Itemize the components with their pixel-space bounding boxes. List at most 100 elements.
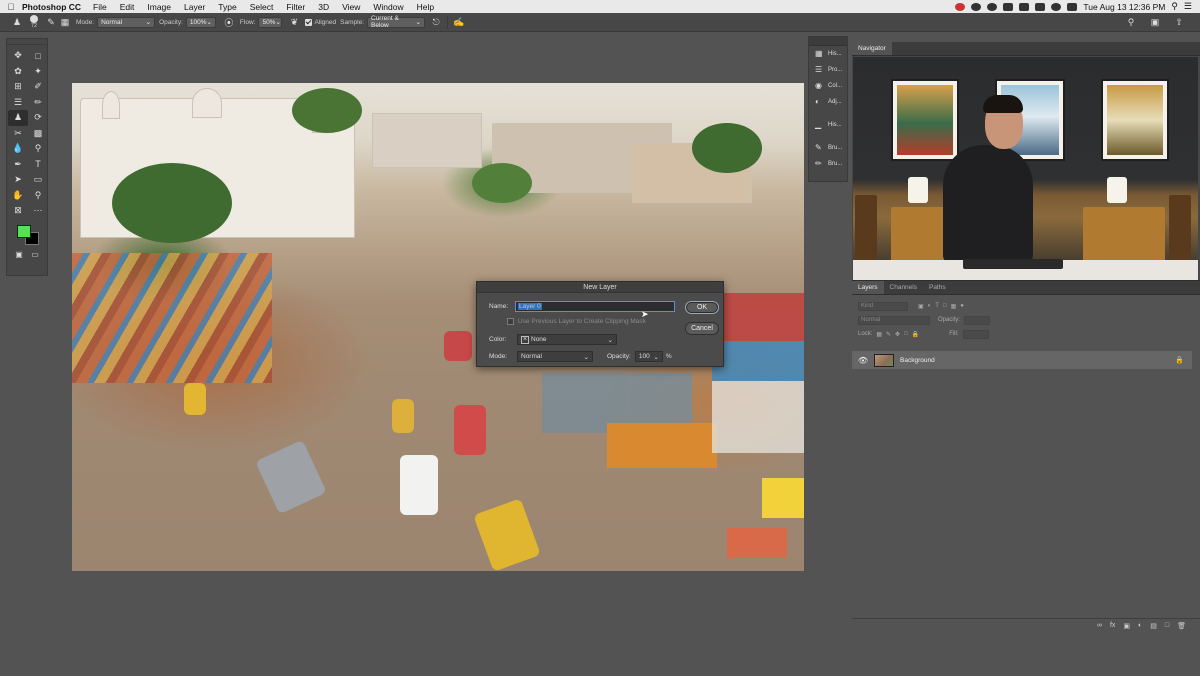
clipping-mask-checkbox[interactable] [507, 318, 514, 325]
search-icon[interactable]: ⚲ [1124, 15, 1138, 29]
opacity-field[interactable]: 100% ⌄ [185, 16, 216, 28]
pressure-size-icon[interactable]: ✍ [452, 15, 466, 29]
aligned-checkbox[interactable] [305, 18, 313, 26]
menu-filter[interactable]: Filter [286, 2, 305, 12]
menu-type[interactable]: Type [218, 2, 236, 12]
pixel-filter-icon[interactable]: ▣ [918, 303, 924, 310]
foreground-color-swatch[interactable] [17, 224, 31, 238]
brushes-panel-button[interactable]: ✎ Bru... [809, 140, 847, 156]
apple-menu-icon[interactable]:  [0, 2, 22, 12]
eye-visibility-icon[interactable]: 👁 [856, 356, 870, 365]
hand-tool-icon[interactable]: ✋ [8, 188, 28, 204]
tab-paths[interactable]: Paths [923, 281, 952, 294]
quick-mask-icon[interactable]: ▣ [15, 250, 23, 259]
brush-tool-icon[interactable]: ✏ [28, 95, 48, 111]
clone-source-icon[interactable]: ▦ [58, 15, 72, 29]
layer-style-icon[interactable]: fx [1110, 622, 1115, 629]
trash-icon[interactable]: 🗑 [1177, 622, 1186, 630]
sample-select[interactable]: Current & Below ⌄ [367, 15, 425, 29]
marquee-tool-icon[interactable]: □ [28, 48, 48, 64]
share-icon[interactable]: ⇧ [1172, 15, 1186, 29]
blend-mode-select[interactable]: Normal [858, 315, 930, 325]
airbrush-icon[interactable]: ❦ [287, 15, 301, 29]
collapsed-panels-grip[interactable] [809, 37, 847, 46]
gradient-tool-icon[interactable]: ▩ [28, 126, 48, 142]
notification-center-icon[interactable]: ☰ [1184, 1, 1192, 12]
lock-transparent-icon[interactable]: ▦ [876, 331, 882, 338]
menu-layer[interactable]: Layer [184, 2, 205, 12]
kind-filter-select[interactable]: Kind [858, 301, 908, 311]
layer-opacity-field[interactable] [964, 315, 991, 325]
magic-wand-tool-icon[interactable]: ✦ [28, 64, 48, 80]
menu-select[interactable]: Select [250, 2, 274, 12]
flow-field[interactable]: 50% ⌄ [258, 16, 283, 28]
brush-preset-picker[interactable]: 72 [30, 15, 38, 29]
smart-object-filter-icon[interactable]: ▦ [951, 303, 957, 310]
color-select[interactable]: × None ⌄ [517, 334, 617, 345]
pen-tool-icon[interactable]: ✒ [8, 157, 28, 173]
display-icon[interactable] [1019, 2, 1030, 11]
history-brush-tool-icon[interactable]: ⟳ [28, 110, 48, 126]
color-panel-button[interactable]: ◉ Col... [809, 78, 847, 94]
ok-button[interactable]: OK [685, 301, 719, 314]
battery-icon[interactable] [1067, 2, 1078, 11]
cancel-button[interactable]: Cancel [685, 322, 719, 335]
add-mask-icon[interactable]: ▣ [1123, 622, 1130, 630]
workspace-icon[interactable]: ▣ [1148, 15, 1162, 29]
mode-select[interactable]: Normal ⌄ [97, 16, 156, 28]
eyedropper-tool-icon[interactable]: ✐ [28, 79, 48, 95]
type-tool-icon[interactable]: T [28, 157, 48, 173]
menu-file[interactable]: File [93, 2, 107, 12]
adjustment-filter-icon[interactable]: ◐ [928, 303, 932, 309]
layer-name-input[interactable]: Layer 0 [515, 301, 675, 312]
menubar-clock[interactable]: Tue Aug 13 12:36 PM [1083, 2, 1165, 12]
menu-image[interactable]: Image [147, 2, 171, 12]
screen-mode-icon[interactable]: ▭ [31, 250, 39, 259]
frame-tool-icon[interactable]: ⊠ [8, 203, 28, 219]
adjustments-panel-button[interactable]: ◐ Adj... [809, 94, 847, 110]
properties-panel-button[interactable]: ☰ Pro... [809, 62, 847, 78]
menu-window[interactable]: Window [373, 2, 403, 12]
dialog-mode-select[interactable]: Normal ⌄ [517, 351, 593, 362]
creative-cloud-icon[interactable] [987, 2, 998, 11]
rectangle-tool-icon[interactable]: ▭ [28, 172, 48, 188]
type-filter-icon[interactable]: T [935, 303, 939, 309]
layer-row-background[interactable]: 👁 Background 🔒 [852, 351, 1192, 369]
lock-all-icon[interactable]: 🔒 [912, 331, 919, 338]
blur-tool-icon[interactable]: 💧 [8, 141, 28, 157]
lock-artboard-icon[interactable]: □ [904, 331, 908, 337]
eraser-tool-icon[interactable]: ✂ [8, 126, 28, 142]
filter-toggle-icon[interactable]: ● [960, 303, 964, 309]
lasso-tool-icon[interactable]: ✿ [8, 64, 28, 80]
tab-channels[interactable]: Channels [884, 281, 923, 294]
tab-layers[interactable]: Layers [852, 281, 884, 294]
menu-edit[interactable]: Edit [120, 2, 135, 12]
dodge-tool-icon[interactable]: ⚲ [28, 141, 48, 157]
brush-settings-panel-button[interactable]: ✏ Bru... [809, 156, 847, 172]
menu-view[interactable]: View [342, 2, 360, 12]
dialog-opacity-field[interactable]: 100 ⌄ [634, 351, 663, 362]
brush-settings-toggle-icon[interactable]: ✎ [44, 15, 58, 29]
clone-stamp-tool-icon[interactable]: ♟ [8, 110, 28, 126]
new-group-icon[interactable]: ▤ [1150, 622, 1157, 630]
new-adjustment-icon[interactable]: ◐ [1138, 622, 1142, 629]
healing-brush-tool-icon[interactable]: ☰ [8, 95, 28, 111]
new-layer-icon[interactable]: □ [1165, 622, 1169, 629]
crop-tool-icon[interactable]: ⊞ [8, 79, 28, 95]
bluetooth-icon[interactable] [1035, 2, 1046, 11]
shape-filter-icon[interactable]: □ [943, 303, 947, 309]
lock-image-icon[interactable]: ✎ [886, 331, 891, 338]
link-layers-icon[interactable]: ∞ [1097, 622, 1102, 629]
move-tool-icon[interactable]: ✥ [8, 48, 28, 64]
fill-field[interactable] [962, 329, 989, 339]
clone-stamp-tool-preset-icon[interactable]: ♟ [10, 15, 24, 29]
wifi-icon[interactable] [1051, 2, 1062, 11]
record-icon[interactable] [955, 2, 966, 11]
menu-help[interactable]: Help [417, 2, 434, 12]
screen-icon[interactable] [1003, 2, 1014, 11]
cloud-icon[interactable] [971, 2, 982, 11]
more-tools-icon[interactable]: ⋯ [28, 203, 48, 219]
spotlight-search-icon[interactable]: ⚲ [1171, 1, 1178, 12]
zoom-tool-icon[interactable]: ⚲ [28, 188, 48, 204]
pressure-opacity-icon[interactable]: ⦿ [222, 15, 236, 29]
